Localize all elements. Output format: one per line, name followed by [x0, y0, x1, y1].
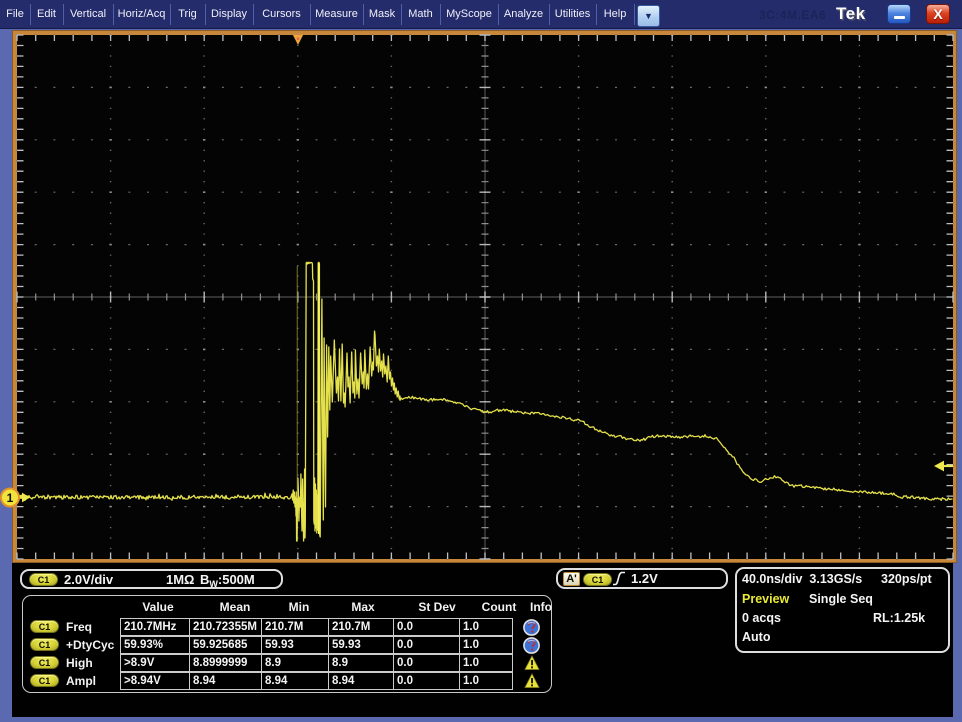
svg-text:1: 1	[7, 491, 14, 505]
